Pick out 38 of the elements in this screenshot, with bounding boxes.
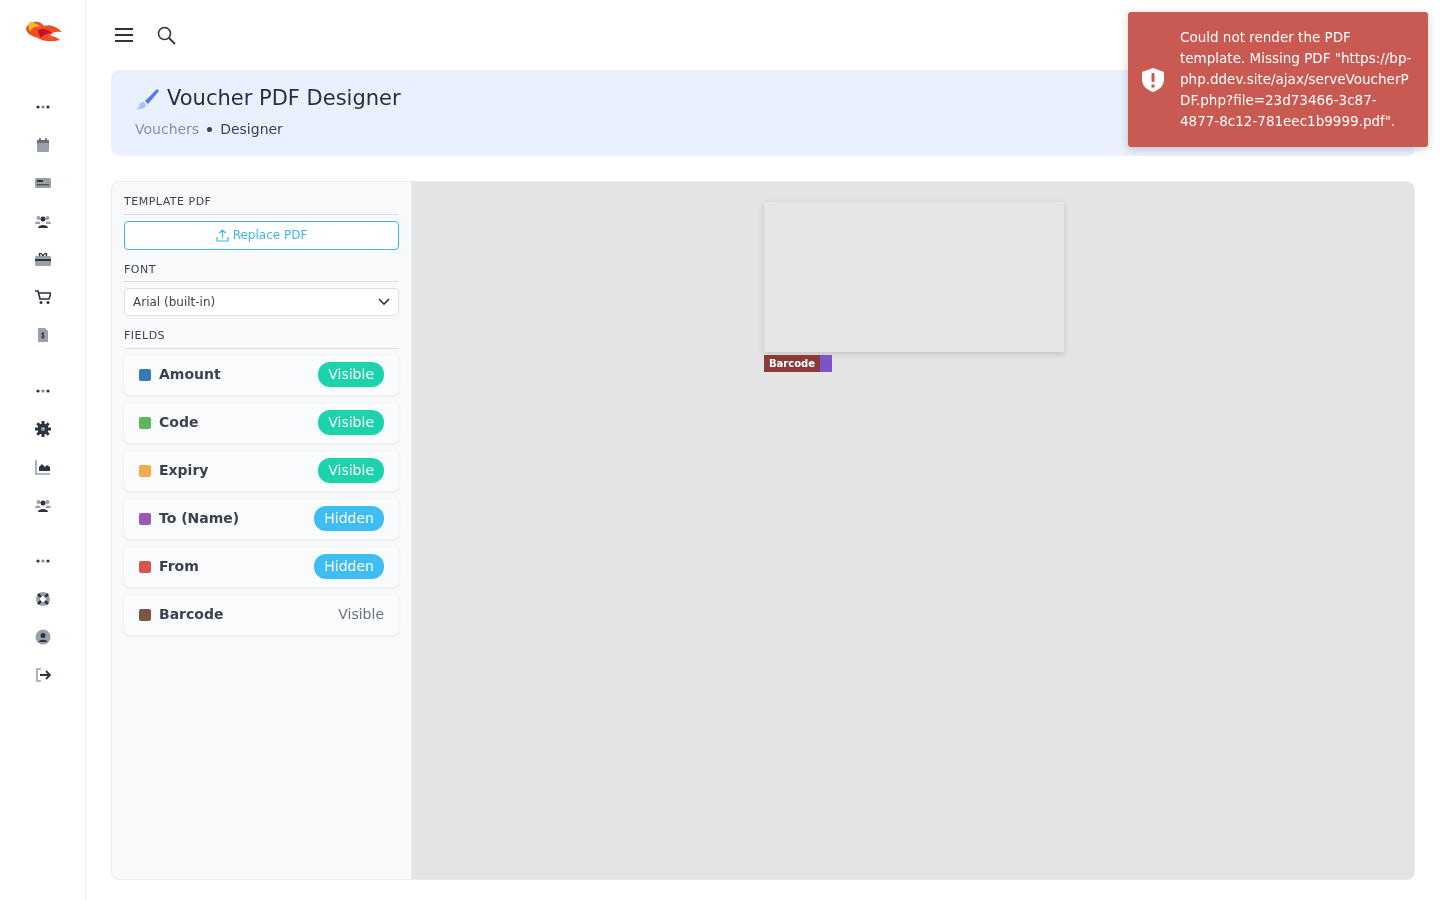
field-row[interactable]: To (Name) Hidden <box>124 498 399 539</box>
card-icon[interactable] <box>34 175 51 191</box>
field-row[interactable]: Expiry Visible <box>124 450 399 491</box>
lifebuoy-icon[interactable] <box>34 591 51 607</box>
section-label: FONT <box>124 261 399 282</box>
brush-icon <box>135 87 159 110</box>
section-label: FIELDS <box>124 328 399 349</box>
field-name: Amount <box>159 365 221 384</box>
gift-card-icon[interactable] <box>34 251 51 267</box>
chevron-down-icon <box>378 298 390 306</box>
field-name: From <box>159 557 199 576</box>
menu-icon[interactable] <box>115 28 133 42</box>
visibility-toggle[interactable]: Visible <box>338 604 384 625</box>
calendar-icon[interactable] <box>34 137 51 153</box>
search-icon[interactable] <box>157 25 176 45</box>
field-row[interactable]: Barcode Visible <box>124 594 399 635</box>
field-row[interactable]: Code Visible <box>124 402 399 443</box>
users-icon[interactable] <box>34 213 51 229</box>
field-name: Expiry <box>159 461 209 480</box>
field-row[interactable]: Amount Visible <box>124 354 399 395</box>
section-label: TEMPLATE PDF <box>124 194 399 215</box>
field-name: To (Name) <box>159 509 240 528</box>
field-row[interactable]: From Hidden <box>124 546 399 587</box>
logout-icon[interactable] <box>34 667 51 683</box>
field-name: Code <box>159 413 199 432</box>
font-select[interactable]: Arial (built-in) <box>124 288 399 316</box>
field-name: Barcode <box>159 605 224 624</box>
breadcrumb-separator <box>207 127 213 133</box>
error-message: Could not render the PDF template. Missing PDF "https://bp-php.ddev.site/ajax/serveVoucherPDF.php?file=23d73466-3c87-4877-8c12-781eec1b9999.pdf". <box>1180 28 1413 131</box>
user-icon[interactable] <box>34 629 51 645</box>
shield-alert-icon <box>1142 67 1164 92</box>
cart-icon[interactable] <box>34 289 51 305</box>
upload-icon <box>215 228 229 242</box>
page-title: Voucher PDF Designer <box>167 85 401 112</box>
settings-icon[interactable] <box>34 421 51 437</box>
barcode-marker[interactable]: Barcode <box>764 355 833 372</box>
users-icon[interactable] <box>34 497 51 513</box>
chart-icon[interactable] <box>34 459 51 475</box>
